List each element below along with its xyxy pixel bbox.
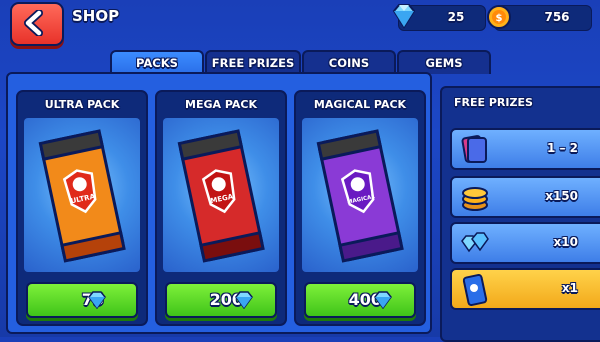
cards-icon: [461, 135, 487, 163]
pack-art: ULTRA: [24, 118, 140, 272]
mega-pack-icon: MEGA: [177, 129, 265, 263]
coin-icon: $: [487, 5, 511, 29]
pack-title: ULTRA PACK: [44, 98, 120, 111]
tab-coins[interactable]: COINS: [302, 50, 396, 74]
gem-counter[interactable]: 25: [392, 4, 486, 31]
free-prizes-title: FREE PRIZES: [454, 96, 533, 109]
buy-button-mega[interactable]: 200: [165, 282, 277, 318]
pack-title: MEGA PACK: [185, 98, 257, 111]
tab-gems[interactable]: GEMS: [397, 50, 491, 74]
magical-pack-icon: MAGICAL: [316, 129, 404, 263]
pack-art: MEGA: [163, 118, 279, 272]
prize-row-cards[interactable]: 1 – 2: [450, 128, 600, 170]
back-button[interactable]: [10, 2, 64, 46]
prize-row-coins[interactable]: x150: [450, 176, 600, 218]
gem-count: 25: [447, 10, 465, 24]
prize-amount: x150: [545, 189, 578, 203]
packs-panel: ULTRA PACK ULTRA 75 MEGA PACK: [6, 72, 432, 334]
gem-icon: [235, 291, 253, 309]
pack-title: MAGICAL PACK: [313, 98, 407, 111]
pack-card-magical[interactable]: MAGICAL PACK MAGICAL 400: [294, 90, 426, 326]
gem-icon: [392, 4, 416, 29]
tab-free-prizes[interactable]: FREE PRIZES: [205, 50, 301, 74]
pack-card-ultra[interactable]: ULTRA PACK ULTRA 75: [16, 90, 148, 326]
prize-amount: 1 – 2: [546, 141, 578, 155]
pack-icon: [462, 273, 488, 307]
buy-button-ultra[interactable]: 75: [26, 282, 138, 318]
pack-card-mega[interactable]: MEGA PACK MEGA 200: [155, 90, 287, 326]
arrow-left-icon: [24, 10, 43, 36]
prize-amount: x10: [553, 235, 578, 249]
gems-icon: [461, 232, 489, 253]
coins-icon: [462, 187, 488, 211]
prize-amount: x1: [561, 281, 578, 295]
prize-row-pack[interactable]: x1: [450, 268, 600, 310]
buy-button-magical[interactable]: 400: [304, 282, 416, 318]
page-title: SHOP: [72, 7, 120, 25]
coin-counter[interactable]: $ 756: [487, 5, 592, 31]
ultra-pack-icon: ULTRA: [38, 129, 126, 263]
prize-row-gems[interactable]: x10: [450, 222, 600, 264]
gem-icon: [374, 291, 392, 309]
free-prizes-panel: FREE PRIZES 1 – 2 x150 x10 x1: [440, 86, 600, 342]
svg-text:$: $: [496, 13, 503, 24]
coin-count: 756: [544, 10, 570, 24]
pack-art: MAGICAL: [302, 118, 418, 272]
gem-icon: [88, 291, 106, 309]
tab-packs[interactable]: PACKS: [110, 50, 204, 74]
